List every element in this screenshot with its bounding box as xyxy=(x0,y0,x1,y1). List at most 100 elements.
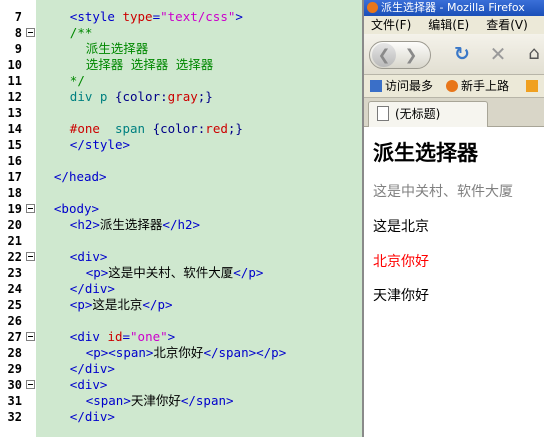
line-number: 8 xyxy=(14,26,22,40)
bookmark-most-visited[interactable]: 访问最多 xyxy=(370,75,433,97)
code-line[interactable]: 16 xyxy=(0,153,362,169)
code-text: <p>这是中关村、软件大厦</p> xyxy=(38,265,264,281)
fold-toggle-icon[interactable] xyxy=(26,204,35,213)
bookmark-rss[interactable] xyxy=(526,75,541,97)
line-number: 17 xyxy=(7,170,22,184)
menu-view[interactable]: 查看(V) xyxy=(486,18,528,32)
stop-icon: ✕ xyxy=(489,42,507,66)
code-line[interactable]: 29 </div> xyxy=(0,361,362,377)
reload-icon: ↻ xyxy=(454,43,470,65)
code-line[interactable]: 27 <div id="one"> xyxy=(0,329,362,345)
code-token: </div> xyxy=(69,281,115,296)
code-line[interactable]: 13 xyxy=(0,105,362,121)
bookmarks-toolbar: 访问最多 新手上路 xyxy=(364,75,544,98)
home-button[interactable]: ⌂ xyxy=(524,44,544,64)
code-token: color xyxy=(160,121,198,136)
paragraph-zhongguancun: 这是中关村、软件大厦 xyxy=(373,184,513,200)
code-text: </div> xyxy=(38,361,115,377)
code-token: #one xyxy=(69,121,115,136)
line-number: 14 xyxy=(7,122,22,136)
code-text: <div id="one"> xyxy=(38,329,175,345)
bookmark-label: 新手上路 xyxy=(461,79,510,93)
code-line[interactable]: 31 <span>天津你好</span> xyxy=(0,393,362,409)
bookmark-getting-started[interactable]: 新手上路 xyxy=(446,75,509,97)
line-number: 9 xyxy=(14,42,22,56)
code-token: type xyxy=(122,9,153,24)
line-number: 27 xyxy=(7,330,22,344)
page-icon xyxy=(377,105,389,121)
tab-label: (无标题) xyxy=(395,107,441,121)
code-line[interactable]: 10 选择器 选择器 选择器 xyxy=(0,57,362,73)
menu-file[interactable]: 文件(F) xyxy=(371,18,411,32)
page-heading: 派生选择器 xyxy=(373,141,478,165)
code-text: 选择器 选择器 选择器 xyxy=(38,57,214,73)
code-text: </head> xyxy=(38,169,107,185)
code-line[interactable]: 24 </div> xyxy=(0,281,362,297)
fold-toggle-icon[interactable] xyxy=(26,332,35,341)
code-token: <body> xyxy=(53,201,100,216)
arrow-left-icon: ❮ xyxy=(377,46,391,64)
code-line[interactable]: 32 </div> xyxy=(0,409,362,425)
stop-button[interactable]: ✕ xyxy=(488,44,508,64)
code-token: </span></p> xyxy=(203,345,287,360)
forward-button[interactable]: ❯ xyxy=(400,43,422,67)
code-token: span xyxy=(114,121,153,136)
code-token: 选择器 选择器 选择器 xyxy=(85,57,214,72)
tab-untitled[interactable]: (无标题) xyxy=(368,101,488,127)
line-number: 25 xyxy=(7,298,22,312)
code-line[interactable]: 19 <body> xyxy=(0,201,362,217)
line-number: 18 xyxy=(7,186,22,200)
code-editor[interactable]: 7 <style type="text/css"> 8 /** 9 派生选择器 10 … xyxy=(0,0,362,437)
code-token: </div> xyxy=(69,361,115,376)
line-number: 7 xyxy=(14,10,22,24)
title-bar: 派生选择器 - Mozilla Firefox xyxy=(364,0,544,16)
menu-edit[interactable]: 编辑(E) xyxy=(428,18,469,32)
code-token: <h2> xyxy=(69,217,100,232)
code-line[interactable]: 22 <div> xyxy=(0,249,362,265)
line-number: 21 xyxy=(7,234,22,248)
back-button[interactable]: ❮ xyxy=(372,43,396,67)
code-token: */ xyxy=(69,73,85,88)
code-token: { xyxy=(152,121,161,136)
code-token: <p> xyxy=(69,297,93,312)
code-line[interactable]: 23 <p>这是中关村、软件大厦</p> xyxy=(0,265,362,281)
code-line[interactable]: 7 <style type="text/css"> xyxy=(0,9,362,25)
code-token: </div> xyxy=(69,409,115,424)
reload-button[interactable]: ↻ xyxy=(452,44,472,64)
code-line[interactable]: 8 /** xyxy=(0,25,362,41)
code-line[interactable]: 26 xyxy=(0,313,362,329)
code-line[interactable]: 11 */ xyxy=(0,73,362,89)
code-token: 派生选择器 xyxy=(99,217,163,232)
line-number: 28 xyxy=(7,346,22,360)
code-line[interactable]: 20 <h2>派生选择器</h2> xyxy=(0,217,362,233)
fold-toggle-icon[interactable] xyxy=(26,28,35,37)
code-token: </p> xyxy=(233,265,264,280)
code-token: 派生选择器 xyxy=(85,41,149,56)
code-line[interactable]: 30 <div> xyxy=(0,377,362,393)
code-line[interactable]: 15 </style> xyxy=(0,137,362,153)
code-line[interactable]: 12 div p {color:gray;} xyxy=(0,89,362,105)
code-line[interactable]: 9 派生选择器 xyxy=(0,41,362,57)
code-token: > xyxy=(235,9,243,24)
code-line[interactable]: 17 </head> xyxy=(0,169,362,185)
code-line[interactable]: 28 <p><span>北京你好</span></p> xyxy=(0,345,362,361)
code-text: <div> xyxy=(38,249,108,265)
fold-toggle-icon[interactable] xyxy=(26,252,35,261)
code-line[interactable]: 14 #one span {color:red;} xyxy=(0,121,362,137)
code-line[interactable]: 25 <p>这是北京</p> xyxy=(0,297,362,313)
line-number: 10 xyxy=(7,58,22,72)
menu-bar: 文件(F) 编辑(E) 查看(V) xyxy=(364,16,544,34)
code-token: 这是北京 xyxy=(92,297,143,312)
fold-toggle-icon[interactable] xyxy=(26,380,35,389)
code-line[interactable]: 21 xyxy=(0,233,362,249)
code-line[interactable]: 18 xyxy=(0,185,362,201)
